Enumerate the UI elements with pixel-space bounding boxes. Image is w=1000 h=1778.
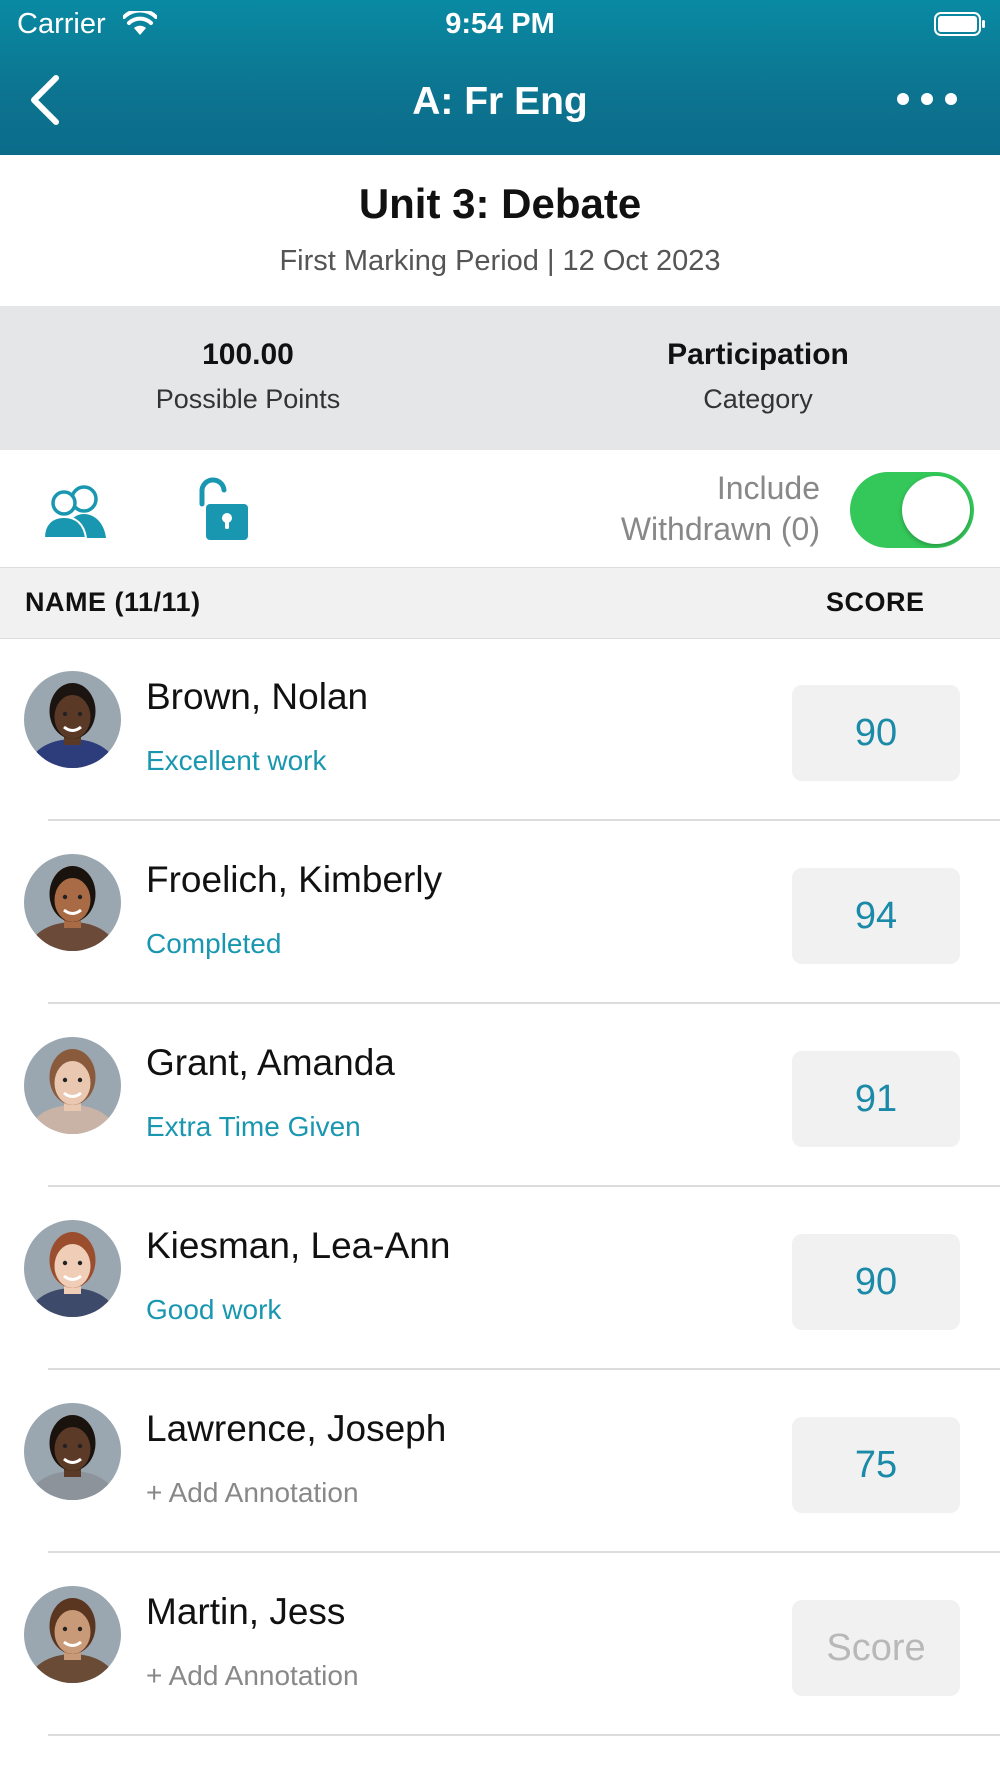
category-label: Category bbox=[703, 384, 813, 414]
possible-points: 100.00 Possible Points bbox=[0, 338, 496, 415]
student-name: Froelich, Kimberly bbox=[146, 859, 443, 900]
student-avatar bbox=[24, 1037, 121, 1134]
nav-bar: A: Fr Eng bbox=[0, 50, 1000, 155]
include-withdrawn-toggle[interactable] bbox=[850, 472, 974, 548]
name-column-header[interactable]: NAME (11/11) bbox=[25, 587, 201, 618]
score-input[interactable]: 90 bbox=[792, 1234, 960, 1330]
student-annotation[interactable]: Extra Time Given bbox=[146, 1111, 361, 1143]
student-avatar bbox=[24, 854, 121, 951]
student-annotation[interactable]: Completed bbox=[146, 928, 281, 960]
student-name: Kiesman, Lea-Ann bbox=[146, 1225, 451, 1266]
add-annotation-button[interactable]: + Add Annotation bbox=[146, 1477, 359, 1509]
student-row[interactable]: Grant, Amanda Extra Time Given 91 bbox=[0, 1004, 1000, 1187]
unlock-icon[interactable] bbox=[196, 476, 252, 542]
include-withdrawn-line2: Withdrawn (0) bbox=[620, 511, 820, 547]
student-row[interactable]: Kiesman, Lea-Ann Good work 90 bbox=[0, 1187, 1000, 1370]
score-input[interactable]: 91 bbox=[792, 1051, 960, 1147]
assignment-title: Unit 3: Debate bbox=[358, 180, 642, 227]
score-input[interactable]: 90 bbox=[792, 685, 960, 781]
student-name: Grant, Amanda bbox=[146, 1042, 395, 1083]
controls-row: Include Withdrawn (0) bbox=[0, 450, 1000, 567]
score-input[interactable]: Score bbox=[792, 1600, 960, 1696]
page-title: A: Fr Eng bbox=[412, 80, 588, 123]
category-value: Participation bbox=[667, 338, 849, 371]
status-bar: Carrier 9:54 PM bbox=[0, 0, 1000, 50]
student-annotation[interactable]: Good work bbox=[146, 1294, 281, 1326]
students-icon[interactable] bbox=[42, 484, 116, 538]
student-name: Lawrence, Joseph bbox=[146, 1408, 447, 1449]
student-row[interactable]: Froelich, Kimberly Completed 94 bbox=[0, 821, 1000, 1004]
score-column-header[interactable]: SCORE bbox=[826, 587, 925, 618]
status-time: 9:54 PM bbox=[445, 8, 555, 40]
student-name: Martin, Jess bbox=[146, 1591, 346, 1632]
list-header: NAME (11/11) SCORE bbox=[0, 567, 1000, 639]
category: Participation Category bbox=[510, 338, 1000, 415]
assignment-subtitle: First Marking Period | 12 Oct 2023 bbox=[279, 245, 721, 277]
more-options-button[interactable] bbox=[894, 84, 960, 114]
include-withdrawn-label: Include Withdrawn (0) bbox=[621, 468, 820, 550]
student-avatar bbox=[24, 1586, 121, 1683]
battery-icon bbox=[934, 12, 985, 36]
possible-points-label: Possible Points bbox=[155, 384, 341, 414]
add-annotation-button[interactable]: + Add Annotation bbox=[146, 1660, 359, 1692]
student-avatar bbox=[24, 671, 121, 768]
score-input[interactable]: 75 bbox=[792, 1417, 960, 1513]
student-row[interactable]: Brown, Nolan Excellent work 90 bbox=[0, 638, 1000, 821]
toggle-knob bbox=[902, 476, 970, 544]
student-avatar bbox=[24, 1220, 121, 1317]
possible-points-value: 100.00 bbox=[202, 338, 294, 371]
assignment-info-band: 100.00 Possible Points Participation Cat… bbox=[0, 306, 1000, 450]
include-withdrawn-line1: Include bbox=[716, 470, 820, 506]
student-annotation[interactable]: Excellent work bbox=[146, 745, 327, 777]
app-header: Carrier 9:54 PM A: Fr Eng bbox=[0, 0, 1000, 155]
student-name: Brown, Nolan bbox=[146, 676, 369, 717]
student-avatar bbox=[24, 1403, 121, 1500]
student-row[interactable]: Lawrence, Joseph + Add Annotation 75 bbox=[0, 1370, 1000, 1553]
score-input[interactable]: 94 bbox=[792, 868, 960, 964]
student-row[interactable]: Martin, Jess + Add Annotation Score bbox=[0, 1553, 1000, 1736]
student-list: Brown, Nolan Excellent work 90 Froelich, Ki… bbox=[0, 638, 1000, 1736]
